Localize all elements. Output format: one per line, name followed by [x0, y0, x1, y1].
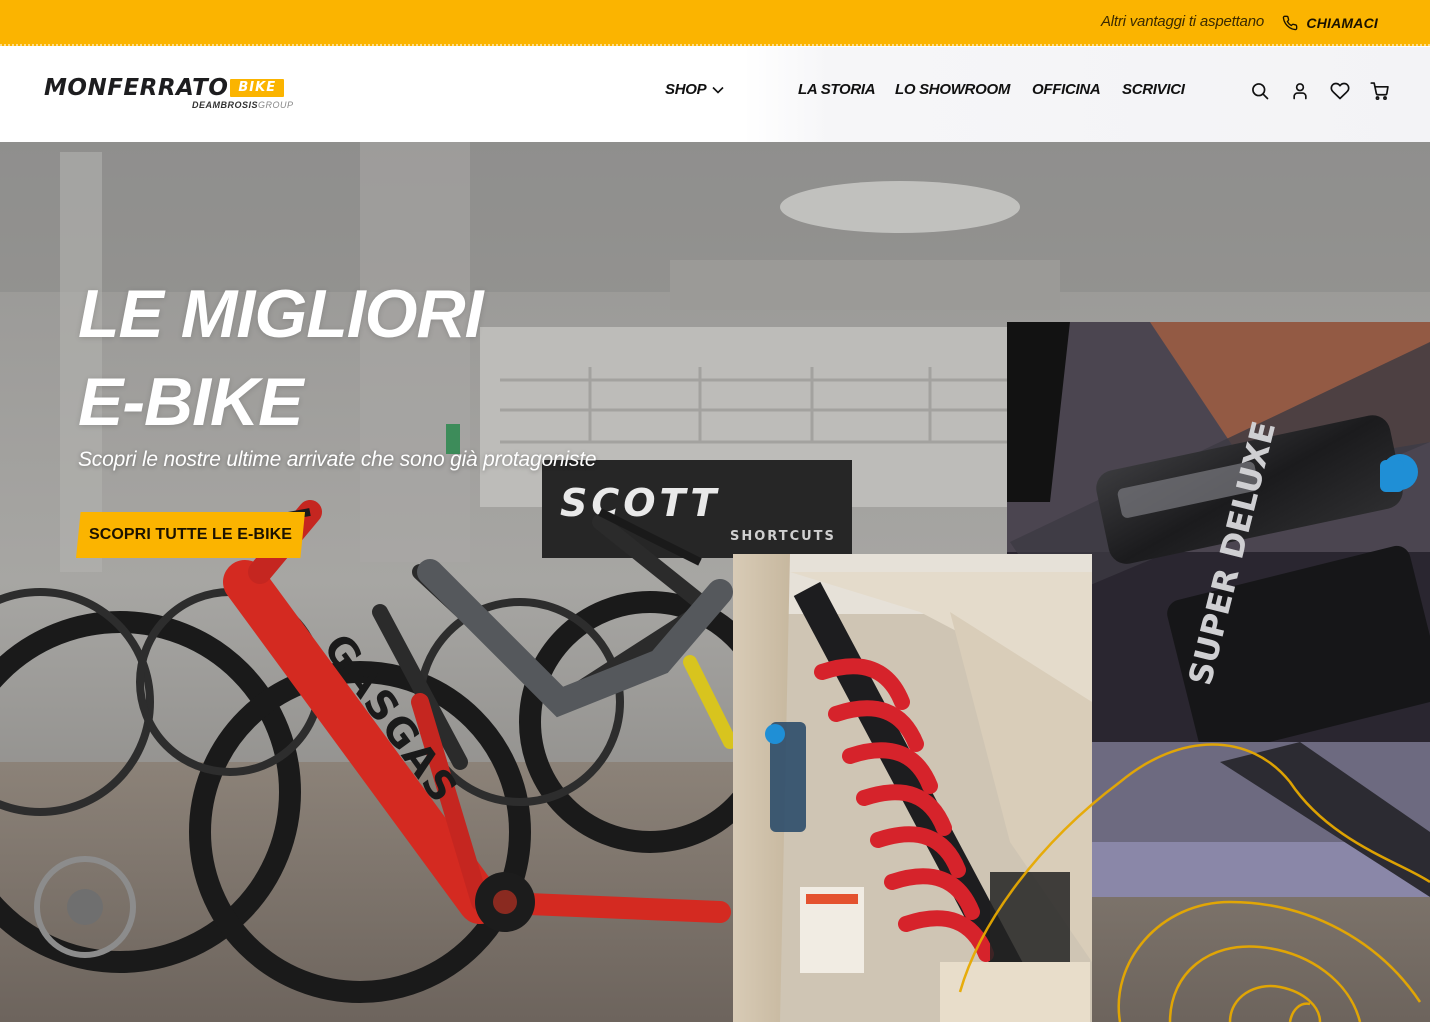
chevron-down-icon [712, 86, 724, 94]
phone-icon [1283, 15, 1298, 31]
logo-brand: MONFERRATO [44, 75, 229, 101]
nav-scrivici-label: SCRIVICI [1122, 81, 1185, 98]
logo-group-bold: DEAMBROSIS [192, 100, 259, 110]
hero-title-line2: E-BIKE [78, 364, 303, 440]
scott-sign-tagline: SHORTCUTS [730, 529, 836, 544]
account-icon[interactable] [1290, 81, 1310, 101]
hero-subtitle: Scopri le nostre ultime arrivate che son… [78, 448, 597, 471]
discover-ebikes-button[interactable]: SCOPRI TUTTE LE E-BIKE [76, 512, 305, 558]
nav-scrivici[interactable]: SCRIVICI [1122, 81, 1185, 98]
hero-banner: SCOTT SHORTCUTS GASGAS SUPER DELUXE LE M… [0, 142, 1430, 1022]
header-actions [1250, 81, 1390, 101]
nav-shop[interactable]: SHOP [665, 81, 724, 98]
nav-shop-label: SHOP [665, 81, 707, 98]
scott-sign-text: SCOTT [560, 481, 720, 525]
site-logo[interactable]: MONFERRATO BIKE DEAMBROSISGROUP [44, 75, 344, 115]
call-us-link[interactable]: CHIAMACI [1282, 12, 1378, 34]
cart-icon[interactable] [1370, 81, 1390, 101]
logo-wordmark: MONFERRATO BIKE [44, 75, 285, 101]
logo-group: DEAMBROSISGROUP [192, 100, 294, 110]
nav-lo-showroom[interactable]: LO SHOWROOM [895, 81, 1010, 98]
site-header: MONFERRATO BIKE DEAMBROSISGROUP SHOP LA S… [0, 47, 1430, 142]
nav-lo-showroom-label: LO SHOWROOM [895, 81, 1011, 98]
hero-title-line1: LE MIGLIORI [78, 276, 484, 352]
logo-group-light: GROUP [258, 100, 294, 110]
nav-officina-label: OFFICINA [1032, 81, 1101, 98]
hero-title: LE MIGLIORI E-BIKE [78, 270, 484, 446]
promo-text: Altri vantaggi ti aspettano [1100, 13, 1264, 30]
call-us-label: CHIAMACI [1306, 15, 1378, 31]
nav-la-storia[interactable]: LA STORIA [798, 81, 876, 98]
logo-badge: BIKE [230, 79, 285, 97]
search-icon[interactable] [1250, 81, 1270, 101]
nav-officina[interactable]: OFFICINA [1032, 81, 1101, 98]
heart-icon[interactable] [1330, 81, 1350, 101]
promo-bar: Altri vantaggi ti aspettano CHIAMACI [0, 0, 1430, 46]
coil-shock-image [733, 554, 1092, 1022]
nav-la-storia-label: LA STORIA [798, 81, 876, 98]
